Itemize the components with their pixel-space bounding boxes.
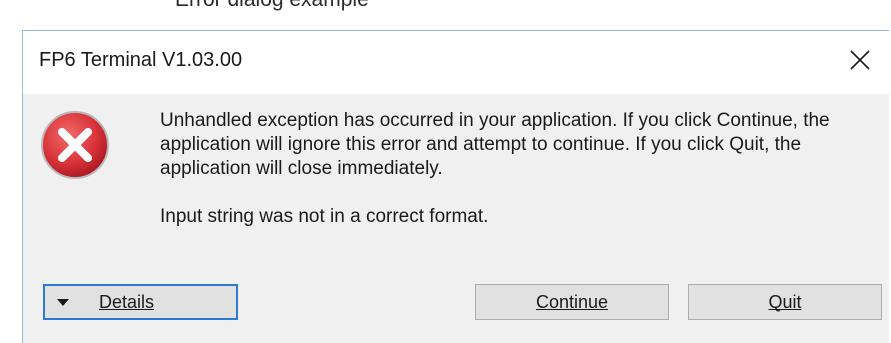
error-detail: Input string was not in a correct format… — [160, 206, 489, 227]
error-x-circle-icon — [41, 111, 109, 179]
details-button-label: Details — [99, 291, 155, 312]
figure-caption: Error dialog example — [175, 0, 369, 12]
quit-button-label: Quit — [768, 291, 802, 312]
title-bar: FP6 Terminal V1.03.00 — [23, 31, 889, 94]
chevron-down-icon — [57, 298, 69, 306]
continue-button[interactable]: Continue — [475, 284, 669, 320]
quit-button[interactable]: Quit — [688, 284, 882, 320]
details-button[interactable]: Details — [43, 284, 238, 320]
error-message-area: Unhandled exception has occurred in your… — [160, 109, 860, 229]
window-title: FP6 Terminal V1.03.00 — [39, 49, 243, 71]
continue-button-label: Continue — [535, 291, 609, 312]
error-dialog: FP6 Terminal V1.03.00 Unhandled exceptio… — [22, 30, 889, 343]
close-icon — [850, 50, 870, 70]
close-button[interactable] — [831, 31, 889, 89]
error-message: Unhandled exception has occurred in your… — [160, 110, 830, 179]
